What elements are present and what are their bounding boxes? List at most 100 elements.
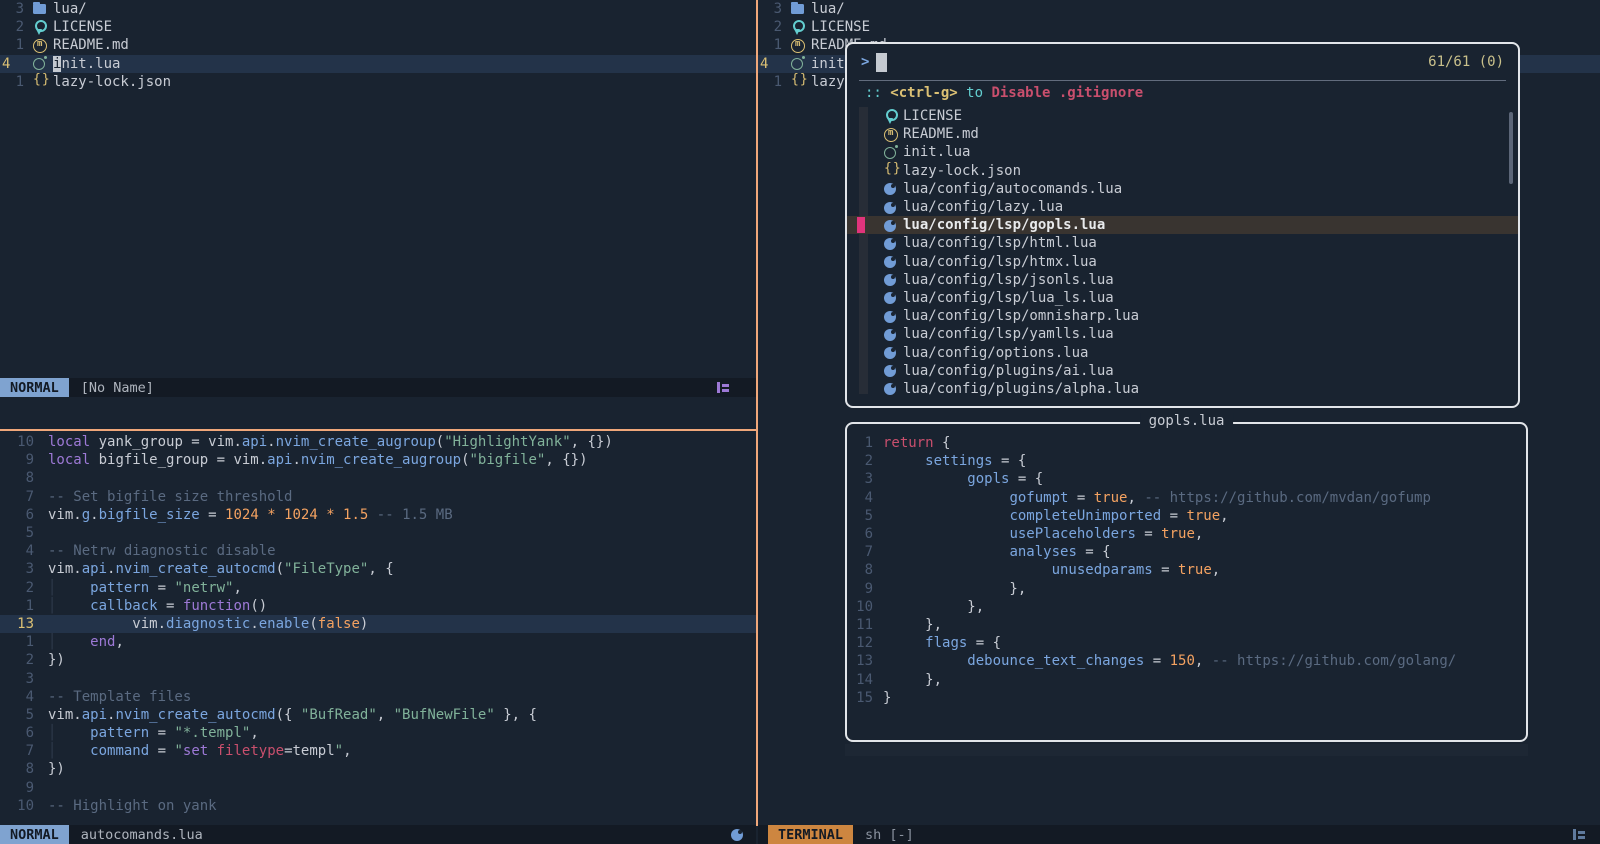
picker-item[interactable]: lua/config/lsp/htmx.lua xyxy=(847,253,1518,271)
file-name: lua/ xyxy=(53,1,87,17)
file-name: lua/ xyxy=(811,1,845,17)
code-line[interactable]: 5 xyxy=(0,524,756,542)
vertical-window-separator[interactable] xyxy=(756,0,758,826)
file-row[interactable]: 1lazy-lock.json xyxy=(0,73,756,91)
file-row[interactable]: 2LICENSE xyxy=(0,18,756,36)
tree-icon xyxy=(717,381,730,394)
statusline-explorer: NORMAL [No Name] xyxy=(0,378,756,397)
code-window-autocmds: 10local yank_group = vim.api.nvim_create… xyxy=(0,433,756,815)
code-line[interactable]: 5vim.api.nvim_create_autocmd({ "BufRead"… xyxy=(0,706,756,724)
picker-item[interactable]: lua/config/plugins/alpha.lua xyxy=(847,380,1518,398)
fzf-scrollbar[interactable] xyxy=(1509,112,1513,184)
picker-item-name: lua/config/lsp/yamlls.lua xyxy=(903,326,1114,342)
code-line[interactable]: 6│ pattern = "*.templ", xyxy=(0,724,756,742)
lua-icon xyxy=(730,827,746,842)
file-row[interactable]: 2LICENSE xyxy=(758,18,1600,36)
braces-icon xyxy=(790,74,806,89)
statusline-code: NORMAL autocomands.lua xyxy=(0,825,756,844)
picker-item-name: lazy-lock.json xyxy=(903,163,1021,179)
preview-title: gopls.lua xyxy=(1140,413,1234,429)
picker-item[interactable]: README.md xyxy=(847,125,1518,143)
lua-blue-icon xyxy=(883,363,899,378)
code-line[interactable]: 15} xyxy=(847,689,1526,707)
fzf-prompt-row: > 61/61 (0) xyxy=(847,44,1518,80)
code-line[interactable]: 3vim.api.nvim_create_autocmd("FileType",… xyxy=(0,560,756,578)
lua-green-icon xyxy=(32,56,48,71)
code-line[interactable]: 3 gopls = { xyxy=(847,470,1526,488)
picker-item[interactable]: lazy-lock.json xyxy=(847,162,1518,180)
code-line[interactable]: 11 }, xyxy=(847,616,1526,634)
picker-item[interactable]: LICENSE xyxy=(847,107,1518,125)
match-counter: 61/61 (0) xyxy=(1428,54,1504,70)
picker-item-name: lua/config/lazy.lua xyxy=(903,199,1063,215)
file-row[interactable]: 1README.md xyxy=(0,36,756,54)
code-line[interactable]: 14 }, xyxy=(847,670,1526,688)
picker-item[interactable]: lua/config/plugins/ai.lua xyxy=(847,362,1518,380)
terminal-cursor[interactable] xyxy=(876,53,887,72)
fzf-header-hint: :: <ctrl-g> to Disable .gitignore xyxy=(847,81,1518,105)
picker-item[interactable]: init.lua xyxy=(847,143,1518,161)
picker-item[interactable]: lua/config/lsp/gopls.lua xyxy=(847,216,1518,234)
picker-item[interactable]: lua/config/lazy.lua xyxy=(847,198,1518,216)
code-line[interactable]: 4-- Template files xyxy=(0,688,756,706)
lua-green-icon xyxy=(790,56,806,71)
code-line[interactable]: 4-- Netrw diagnostic disable xyxy=(0,542,756,560)
picker-item-name: lua/config/lsp/omnisharp.lua xyxy=(903,308,1139,324)
buffer-name: autocomands.lua xyxy=(81,827,203,843)
code-line[interactable]: 12 flags = { xyxy=(847,634,1526,652)
picker-item[interactable]: lua/config/lsp/omnisharp.lua xyxy=(847,307,1518,325)
code-line[interactable]: 6 usePlaceholders = true, xyxy=(847,525,1526,543)
code-line[interactable]: 7 analyses = { xyxy=(847,543,1526,561)
mode-indicator: NORMAL xyxy=(0,825,69,844)
picker-item-name: LICENSE xyxy=(903,108,962,124)
code-line[interactable]: 10local yank_group = vim.api.nvim_create… xyxy=(0,433,756,451)
code-line[interactable]: 2│ pattern = "netrw", xyxy=(0,579,756,597)
code-line[interactable]: 6vim.g.bigfile_size = 1024 * 1024 * 1.5 … xyxy=(0,506,756,524)
code-line[interactable]: 10 }, xyxy=(847,598,1526,616)
code-line[interactable]: 7│ command = "set filetype=templ", xyxy=(0,742,756,760)
code-line[interactable]: 3 xyxy=(0,669,756,687)
horizontal-window-separator[interactable] xyxy=(0,429,758,431)
lua-blue-icon xyxy=(883,254,899,269)
picker-item[interactable]: lua/config/autocomands.lua xyxy=(847,180,1518,198)
file-row[interactable]: 4init.lua xyxy=(0,55,756,73)
code-line[interactable]: 13 debounce_text_changes = 150, -- https… xyxy=(847,652,1526,670)
code-line[interactable]: 1│ callback = function() xyxy=(0,597,756,615)
picker-item[interactable]: lua/config/lsp/jsonls.lua xyxy=(847,271,1518,289)
code-line[interactable]: 8}) xyxy=(0,760,756,778)
code-line[interactable]: 8 xyxy=(0,469,756,487)
neovim-screen: 3lua/2LICENSE1README.md4init.lua1lazy-lo… xyxy=(0,0,1600,844)
picker-item-name: init.lua xyxy=(903,144,970,160)
file-row[interactable]: 3lua/ xyxy=(0,0,756,18)
buffer-name: sh [-] xyxy=(865,827,914,843)
code-line[interactable]: 9local bigfile_group = vim.api.nvim_crea… xyxy=(0,451,756,469)
code-line[interactable]: 13 vim.diagnostic.enable(false) xyxy=(0,615,756,633)
picker-item-name: lua/config/lsp/gopls.lua xyxy=(903,217,1105,233)
fzf-picker-float: > 61/61 (0) :: <ctrl-g> to Disable .giti… xyxy=(845,42,1520,408)
code-line[interactable]: 10-- Highlight on yank xyxy=(0,797,756,815)
picker-item-name: lua/config/lsp/lua_ls.lua xyxy=(903,290,1114,306)
code-line[interactable]: 8 unusedparams = true, xyxy=(847,561,1526,579)
code-line[interactable]: 5 completeUnimported = true, xyxy=(847,507,1526,525)
markdown-icon xyxy=(32,38,48,53)
picker-item[interactable]: lua/config/lsp/html.lua xyxy=(847,234,1518,252)
license-icon xyxy=(883,109,899,124)
picker-item-name: lua/config/lsp/htmx.lua xyxy=(903,254,1097,270)
file-row[interactable]: 3lua/ xyxy=(758,0,1600,18)
code-line[interactable]: 1return { xyxy=(847,434,1526,452)
code-line[interactable]: 4 gofumpt = true, -- https://github.com/… xyxy=(847,489,1526,507)
code-line[interactable]: 9 xyxy=(0,779,756,797)
code-line[interactable]: 2 settings = { xyxy=(847,452,1526,470)
lua-blue-icon xyxy=(883,200,899,215)
code-line[interactable]: 1│ end, xyxy=(0,633,756,651)
braces-icon xyxy=(883,163,899,178)
code-line[interactable]: 7-- Set bigfile size threshold xyxy=(0,488,756,506)
picker-item[interactable]: lua/config/lsp/yamlls.lua xyxy=(847,325,1518,343)
picker-item[interactable]: lua/config/options.lua xyxy=(847,343,1518,361)
picker-item[interactable]: lua/config/lsp/lua_ls.lua xyxy=(847,289,1518,307)
file-name: README.md xyxy=(53,37,129,53)
code-line[interactable]: 2}) xyxy=(0,651,756,669)
picker-item-name: lua/config/lsp/jsonls.lua xyxy=(903,272,1114,288)
license-icon xyxy=(32,20,48,35)
code-line[interactable]: 9 }, xyxy=(847,580,1526,598)
